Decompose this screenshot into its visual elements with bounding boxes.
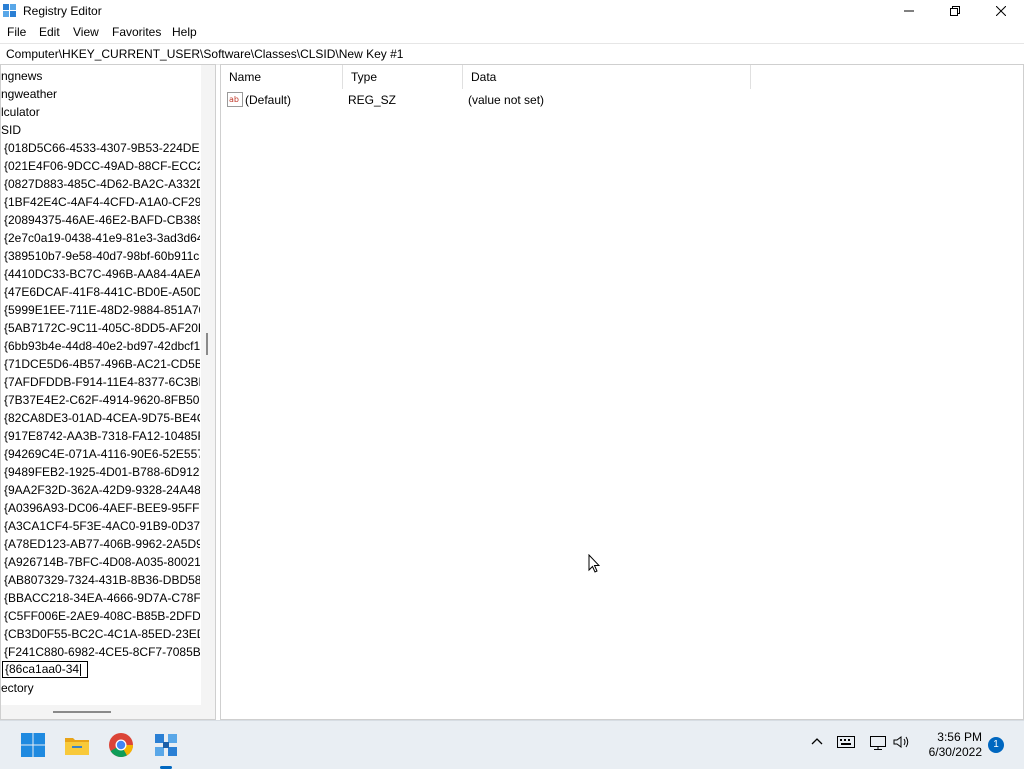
tree-item[interactable]: {CB3D0F55-BC2C-4C1A-85ED-23ED7 — [1, 625, 200, 643]
tree-item[interactable]: {018D5C66-4533-4307-9B53-224DE2E — [1, 139, 200, 157]
menu-edit[interactable]: Edit — [39, 25, 60, 39]
tree-item[interactable]: {C5FF006E-2AE9-408C-B85B-2DFDD5 — [1, 607, 200, 625]
menu-bar: File Edit View Favorites Help — [0, 22, 1024, 42]
menu-favorites[interactable]: Favorites — [112, 25, 161, 39]
tree-item[interactable]: {A3CA1CF4-5F3E-4AC0-91B9-0D3716 — [1, 517, 200, 535]
volume-icon[interactable] — [893, 735, 911, 749]
column-header-type[interactable]: Type — [343, 65, 463, 89]
close-icon — [996, 6, 1006, 16]
value-name: (Default) — [245, 93, 292, 107]
key-rename-text: {86ca1aa0-34 — [5, 662, 80, 676]
tree-item[interactable]: ngnews — [1, 67, 200, 85]
restore-button[interactable] — [932, 0, 978, 22]
tree-vertical-scroll-thumb[interactable] — [206, 333, 208, 355]
title-bar: Registry Editor — [0, 0, 1024, 22]
tree-horizontal-scroll-thumb[interactable] — [53, 711, 111, 713]
menu-file[interactable]: File — [7, 25, 26, 39]
tree-item[interactable]: {1BF42E4C-4AF4-4CFD-A1A0-CF2960 — [1, 193, 200, 211]
address-path[interactable]: Computer\HKEY_CURRENT_USER\Software\Clas… — [6, 47, 403, 61]
tree-vertical-scrollbar[interactable] — [201, 65, 215, 705]
tree-item[interactable]: {2e7c0a19-0438-41e9-81e3-3ad3d64f — [1, 229, 200, 247]
tree-item[interactable]: {94269C4E-071A-4116-90E6-52E5570 — [1, 445, 200, 463]
restore-icon — [950, 6, 960, 16]
registry-editor-icon — [3, 4, 16, 17]
value-row[interactable]: ab (Default) REG_SZ (value not set) — [221, 91, 1001, 109]
tree-item[interactable]: {5999E1EE-711E-48D2-9884-851A709F — [1, 301, 200, 319]
tree-item[interactable]: {7B37E4E2-C62F-4914-9620-8FB5062 — [1, 391, 200, 409]
registry-editor-taskbar-icon[interactable] — [152, 731, 180, 759]
tree-item[interactable]: {6bb93b4e-44d8-40e2-bd97-42dbcf1 — [1, 337, 200, 355]
key-tree-pane[interactable]: ngnews ngweather lculator SID {018D5C66-… — [0, 64, 216, 720]
address-bar[interactable]: Computer\HKEY_CURRENT_USER\Software\Clas… — [0, 43, 1024, 65]
tree-item[interactable]: {9489FEB2-1925-4D01-B788-6D912C7 — [1, 463, 200, 481]
values-pane[interactable]: Name Type Data ab (Default) REG_SZ (valu… — [220, 64, 1024, 720]
tree-horizontal-scrollbar[interactable] — [1, 705, 215, 719]
column-header-name[interactable]: Name — [221, 65, 343, 89]
tree-item[interactable]: {AB807329-7324-431B-8B36-DBD581F — [1, 571, 200, 589]
tree-item-directory[interactable]: ectory — [1, 679, 200, 697]
tree-item[interactable]: {F241C880-6982-4CE5-8CF7-7085BA — [1, 643, 200, 661]
tree-item[interactable]: {A78ED123-AB77-406B-9962-2A5D9D — [1, 535, 200, 553]
tree-item[interactable]: {A0396A93-DC06-4AEF-BEE9-95FFCC — [1, 499, 200, 517]
tree-item[interactable]: {82CA8DE3-01AD-4CEA-9D75-BE4C5 — [1, 409, 200, 427]
tree-item-clsid[interactable]: SID — [1, 121, 200, 139]
minimize-icon — [904, 10, 914, 12]
chrome-icon[interactable] — [107, 731, 135, 759]
tree-item[interactable]: {4410DC33-BC7C-496B-AA84-4AEA3 — [1, 265, 200, 283]
close-button[interactable] — [978, 0, 1024, 22]
tree-item[interactable]: {917E8742-AA3B-7318-FA12-10485FB — [1, 427, 200, 445]
key-rename-input[interactable]: {86ca1aa0-34 — [2, 661, 88, 678]
value-data: (value not set) — [468, 93, 545, 107]
chevron-up-icon[interactable] — [810, 735, 824, 749]
tree-item[interactable]: {A926714B-7BFC-4D08-A035-800213 — [1, 553, 200, 571]
tree-item[interactable]: {7AFDFDDB-F914-11E4-8377-6C3BE5 — [1, 373, 200, 391]
window-title: Registry Editor — [23, 4, 102, 18]
tree-item[interactable]: {47E6DCAF-41F8-441C-BD0E-A50D5F — [1, 283, 200, 301]
notification-badge[interactable]: 1 — [988, 737, 1004, 753]
tree-item[interactable]: {20894375-46AE-46E2-BAFD-CB3897 — [1, 211, 200, 229]
column-header-data[interactable]: Data — [463, 65, 751, 89]
svg-text:ab: ab — [229, 95, 239, 104]
string-value-icon: ab — [227, 92, 243, 107]
clock-time: 3:56 PM — [937, 730, 982, 744]
tree-item[interactable]: {71DCE5D6-4B57-496B-AC21-CD5B5 — [1, 355, 200, 373]
tree-item[interactable]: {9AA2F32D-362A-42D9-9328-24A483 — [1, 481, 200, 499]
value-type: REG_SZ — [348, 93, 397, 107]
key-tree: ngnews ngweather lculator SID {018D5C66-… — [1, 67, 200, 697]
mouse-cursor-icon — [588, 554, 600, 573]
tree-item[interactable]: lculator — [1, 103, 200, 121]
keyboard-icon[interactable] — [837, 735, 855, 749]
tree-item[interactable]: {5AB7172C-9C11-405C-8DD5-AF20F3 — [1, 319, 200, 337]
file-explorer-icon[interactable] — [63, 731, 91, 759]
text-caret — [80, 663, 82, 676]
windows-start-icon[interactable] — [19, 731, 47, 759]
network-icon[interactable] — [869, 735, 887, 751]
taskbar: 3:56 PM 6/30/2022 1 — [0, 720, 1024, 769]
tree-item[interactable]: ngweather — [1, 85, 200, 103]
menu-view[interactable]: View — [73, 25, 99, 39]
tree-item[interactable]: {389510b7-9e58-40d7-98bf-60b911cb — [1, 247, 200, 265]
menu-help[interactable]: Help — [172, 25, 197, 39]
clock-date: 6/30/2022 — [928, 745, 982, 759]
tree-item[interactable]: {0827D883-485C-4D62-BA2C-A332DE — [1, 175, 200, 193]
tree-item[interactable]: {BBACC218-34EA-4666-9D7A-C78F22 — [1, 589, 200, 607]
minimize-button[interactable] — [886, 0, 932, 22]
system-clock[interactable]: 3:56 PM 6/30/2022 — [929, 730, 982, 760]
tree-item[interactable]: {021E4F06-9DCC-49AD-88CF-ECC2D — [1, 157, 200, 175]
